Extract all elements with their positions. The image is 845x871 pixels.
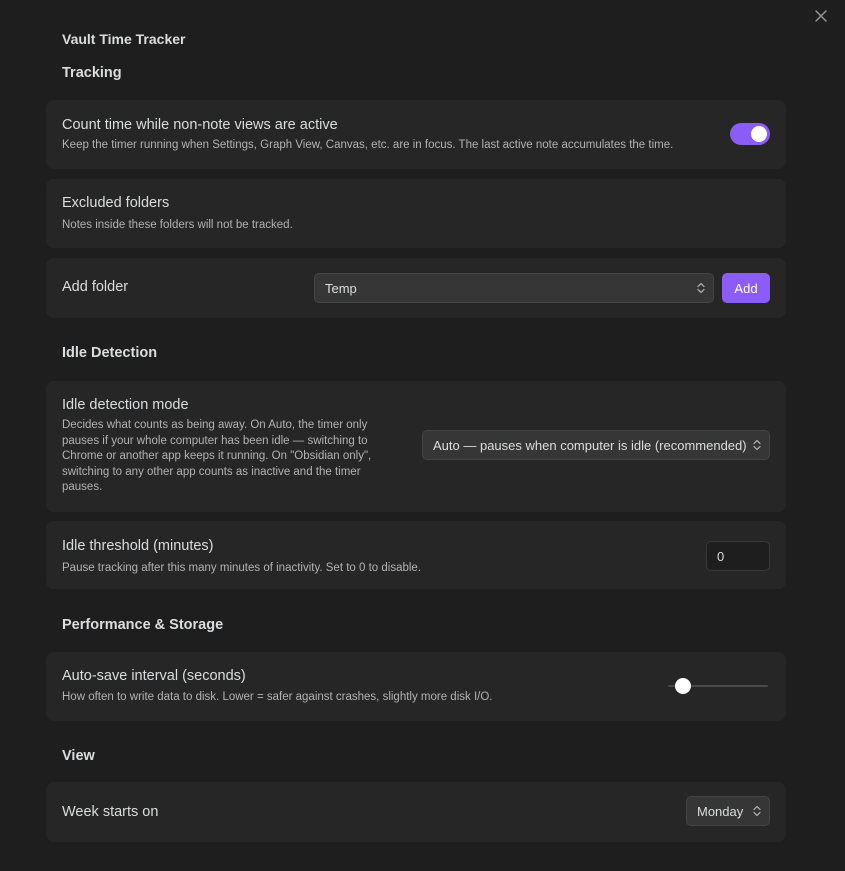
autosave-slider-thumb[interactable] [675, 678, 691, 694]
setting-autosave: Auto-save interval (seconds) How often t… [46, 652, 786, 721]
idle-mode-select[interactable]: Auto — pauses when computer is idle (rec… [422, 430, 770, 460]
setting-idle-threshold: Idle threshold (minutes) Pause tracking … [46, 521, 786, 589]
close-icon[interactable] [811, 6, 831, 26]
chevron-up-down-icon [753, 805, 761, 817]
section-heading-tracking: Tracking [62, 65, 122, 81]
description-line: switching to any other app counts as ina… [62, 465, 361, 478]
setting-name: Add folder [62, 279, 129, 295]
description-line: Chrome or another app keeps it running. … [62, 450, 372, 462]
setting-name: Auto-save interval (seconds) [62, 668, 246, 684]
description-line: pauses if your whole computer has been i… [62, 434, 368, 447]
setting-description: How often to write data to disk. Lower =… [62, 691, 493, 703]
setting-name: Idle detection mode [62, 397, 189, 413]
setting-name: Idle threshold (minutes) [62, 538, 214, 554]
add-folder-button[interactable]: Add [722, 273, 770, 303]
folder-select[interactable]: Temp [314, 273, 714, 303]
settings-modal: Vault Time Tracker Tracking Count time w… [0, 0, 845, 871]
week-start-select[interactable]: Monday [686, 796, 770, 826]
section-heading-view: View [62, 748, 95, 764]
description-line: Decides what counts as being away. On Au… [62, 419, 368, 431]
setting-excluded-folders: Excluded folders Notes inside these fold… [46, 179, 786, 248]
toggle-knob [751, 126, 767, 142]
setting-description: Keep the timer running when Settings, Gr… [62, 139, 674, 151]
chevron-up-down-icon [753, 439, 761, 451]
page-title: Vault Time Tracker [62, 31, 186, 47]
idle-threshold-input[interactable]: 0 [706, 541, 770, 571]
setting-description: Notes inside these folders will not be t… [62, 219, 293, 231]
setting-name: Week starts on [62, 804, 159, 820]
setting-name: Excluded folders [62, 195, 170, 211]
setting-description: Pause tracking after this many minutes o… [62, 562, 422, 574]
idle-mode-select-value: Auto — pauses when computer is idle (rec… [433, 437, 747, 453]
section-heading-performance: Performance & Storage [62, 617, 224, 633]
week-start-select-value: Monday [697, 803, 744, 819]
description-line: pauses. [62, 481, 103, 493]
setting-idle-mode: Idle detection mode Decides what counts … [46, 381, 786, 512]
chevron-up-down-icon [697, 282, 705, 294]
setting-add-folder: Add folder Temp Add [46, 258, 786, 318]
non-note-views-toggle[interactable] [730, 123, 770, 145]
folder-select-value: Temp [325, 280, 357, 296]
setting-name: Count time while non-note views are acti… [62, 117, 338, 133]
setting-description: Decides what counts as being away. On Au… [62, 418, 402, 496]
section-heading-idle: Idle Detection [62, 345, 158, 361]
setting-non-note-views: Count time while non-note views are acti… [46, 100, 786, 169]
setting-week-start: Week starts on Monday [46, 782, 786, 842]
